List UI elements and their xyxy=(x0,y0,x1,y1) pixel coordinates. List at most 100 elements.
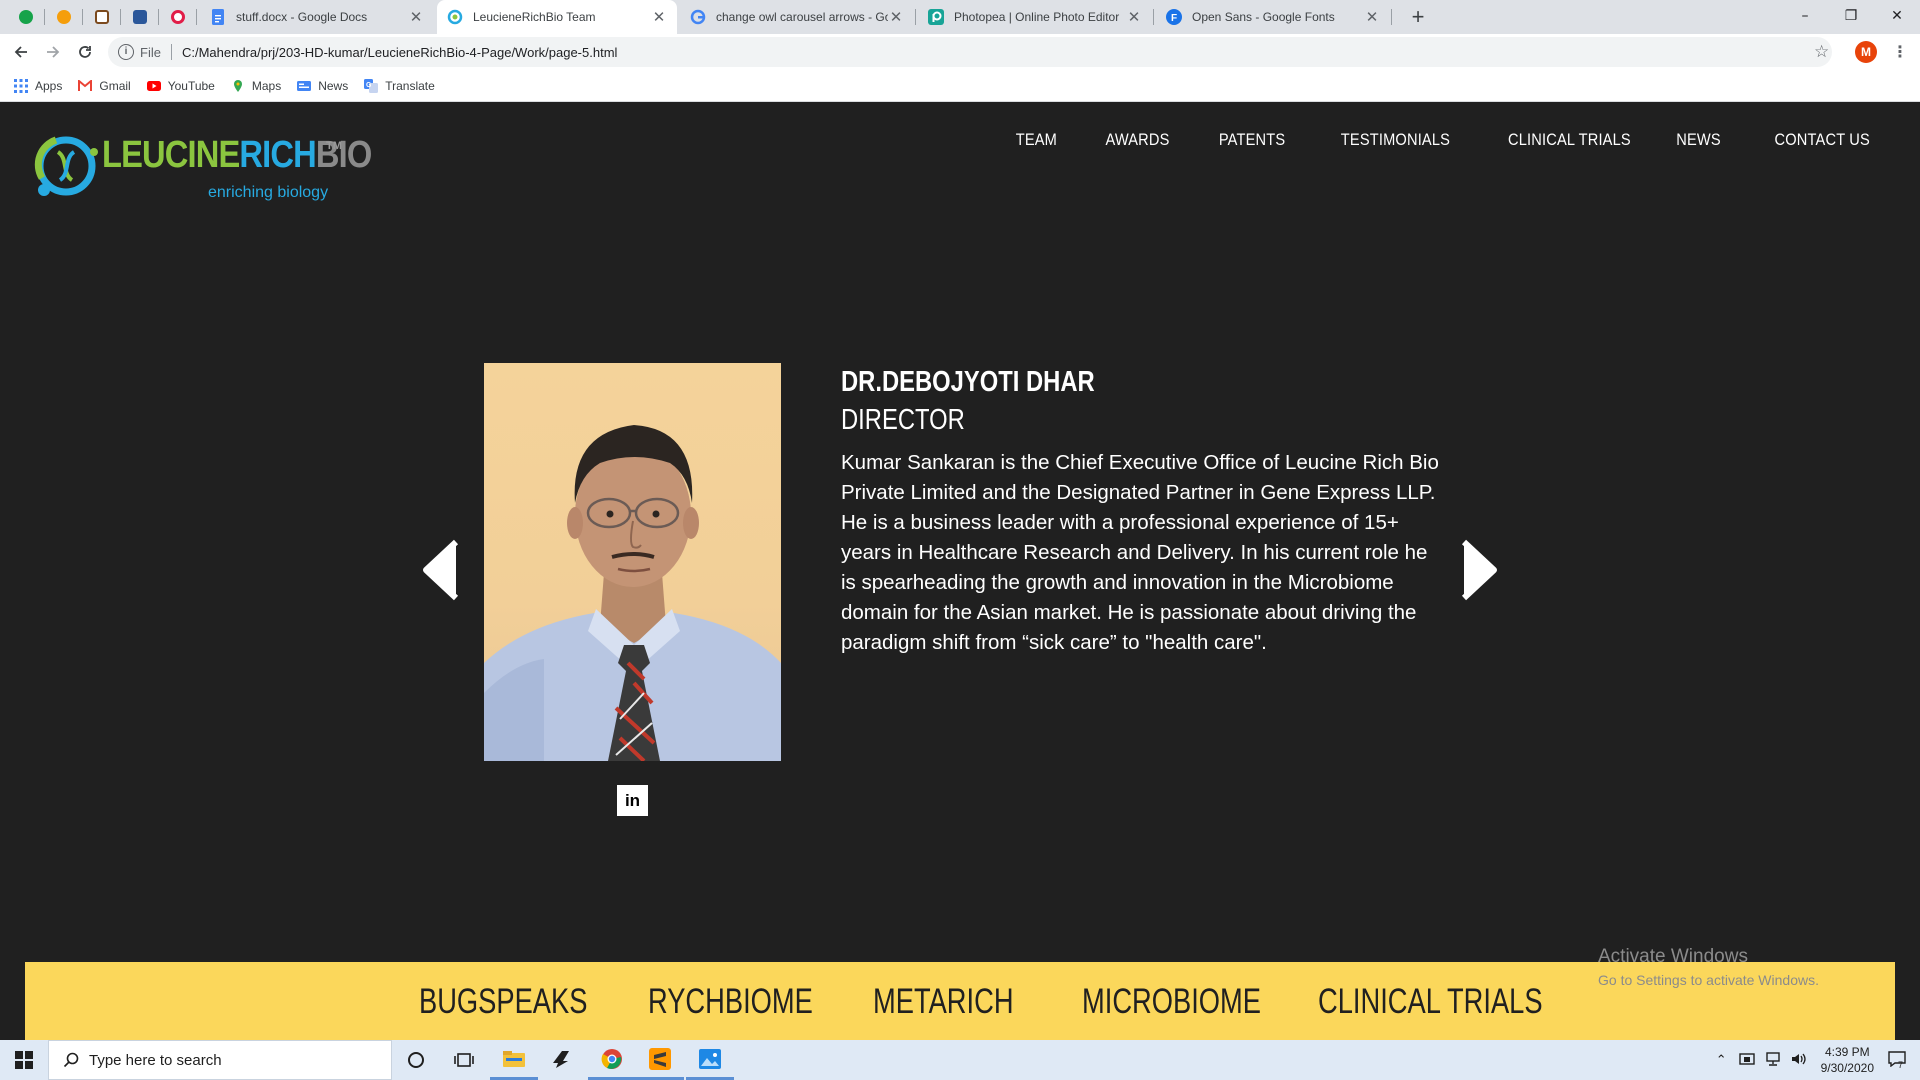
forward-button[interactable] xyxy=(41,40,65,64)
reload-icon xyxy=(79,46,91,58)
carousel-prev-arrow-icon[interactable] xyxy=(418,538,462,602)
info-icon[interactable]: i xyxy=(118,44,134,60)
clock[interactable]: 4:39 PM 9/30/2020 xyxy=(1821,1044,1874,1076)
cortana-icon[interactable] xyxy=(392,1040,440,1080)
member-bio: Kumar Sankaran is the Chief Executive Of… xyxy=(841,451,1439,654)
carousel-next-arrow-icon[interactable] xyxy=(1458,538,1502,602)
close-window-button[interactable]: ✕ xyxy=(1874,0,1920,32)
close-tab-icon[interactable]: ✕ xyxy=(1126,8,1142,26)
logo-word-leucine: LEUCINE xyxy=(102,134,240,176)
reload-button[interactable] xyxy=(73,40,97,64)
tab-title: Photopea | Online Photo Editor xyxy=(954,10,1120,24)
logo-word-rich: RICH xyxy=(239,134,316,176)
chevron-up-icon[interactable]: ⌃ xyxy=(1716,1052,1727,1068)
site-icon xyxy=(447,9,463,25)
security-icon[interactable] xyxy=(1738,1052,1755,1069)
nav-item-news[interactable]: NEWS xyxy=(1677,130,1722,150)
task-view-icon[interactable] xyxy=(440,1040,488,1080)
forward-arrow-icon xyxy=(47,46,60,58)
bookmark-apps[interactable]: Apps xyxy=(14,78,62,93)
tab-separator xyxy=(44,9,45,25)
tab-leuciene-team[interactable]: LeucieneRichBio Team ✕ xyxy=(437,0,677,34)
tab-separator xyxy=(1391,9,1392,25)
portrait-image xyxy=(484,425,781,761)
footer-link-microbiome[interactable]: MICROBIOME xyxy=(1082,982,1261,1022)
nav-item-contact-us[interactable]: CONTACT US xyxy=(1775,130,1870,150)
bookmark-label: YouTube xyxy=(167,78,215,93)
back-arrow-icon xyxy=(14,46,27,58)
tab-photopea[interactable]: Photopea | Online Photo Editor ✕ xyxy=(918,0,1152,34)
browser-toolbar: i File C:/Mahendra/prj/203-HD-kumar/Leuc… xyxy=(0,34,1920,70)
address-divider xyxy=(170,44,172,60)
nav-item-awards[interactable]: AWARDS xyxy=(1106,130,1170,150)
close-tab-icon[interactable]: ✕ xyxy=(888,8,904,26)
windows-logo-icon xyxy=(15,1051,33,1069)
trademark-mark: TM xyxy=(326,140,342,152)
chrome-icon[interactable] xyxy=(588,1040,636,1080)
linkedin-icon[interactable]: in xyxy=(617,785,648,816)
network-icon[interactable] xyxy=(1765,1051,1781,1069)
footer-link-bugspeaks[interactable]: BUGSPEAKS xyxy=(419,982,587,1022)
inkscape-icon[interactable] xyxy=(538,1040,586,1080)
footer-link-metarich[interactable]: METARICH xyxy=(873,982,1014,1022)
member-role: DIRECTOR xyxy=(841,404,965,436)
tab-google-docs[interactable]: stuff.docx - Google Docs ✕ xyxy=(200,0,434,34)
new-tab-button[interactable]: + xyxy=(1404,4,1432,32)
maps-icon xyxy=(231,79,245,93)
start-button[interactable] xyxy=(0,1040,48,1080)
bookmark-translate[interactable]: G Translate xyxy=(364,78,435,93)
svg-text:G: G xyxy=(366,82,372,89)
pinned-tab-1[interactable] xyxy=(16,7,36,27)
svg-text:F: F xyxy=(1171,13,1177,24)
pinned-tab-3[interactable] xyxy=(92,7,112,27)
pinned-tab-4[interactable] xyxy=(130,7,150,27)
tab-separator xyxy=(82,9,83,25)
nav-item-clinical-trials[interactable]: CLINICAL TRIALS xyxy=(1508,130,1631,150)
back-button[interactable] xyxy=(9,40,33,64)
notifications-icon[interactable]: 7 xyxy=(1888,1050,1906,1070)
pinned-tab-2[interactable] xyxy=(54,7,74,27)
tab-google-fonts[interactable]: F Open Sans - Google Fonts ✕ xyxy=(1156,0,1390,34)
bookmark-news[interactable]: News xyxy=(297,79,348,93)
taskbar-search-box[interactable]: Type here to search xyxy=(48,1040,392,1080)
dna-logo-icon xyxy=(34,136,98,196)
minimize-button[interactable]: – xyxy=(1782,0,1828,32)
google-docs-icon xyxy=(210,9,226,25)
bookmark-gmail[interactable]: Gmail xyxy=(78,78,131,93)
footer-link-clinical-trials[interactable]: CLINICAL TRIALS xyxy=(1318,982,1543,1022)
close-tab-icon[interactable]: ✕ xyxy=(1364,8,1380,26)
bookmark-label: Gmail xyxy=(99,78,131,93)
nav-item-patents[interactable]: PATENTS xyxy=(1219,130,1285,150)
sublime-text-icon[interactable] xyxy=(636,1040,684,1080)
translate-icon: G xyxy=(364,78,379,93)
volume-icon[interactable] xyxy=(1791,1052,1807,1069)
file-explorer-icon[interactable] xyxy=(490,1040,538,1080)
photos-icon[interactable] xyxy=(686,1040,734,1080)
windows-taskbar: Type here to search ⌃ 4:39 PM 9/30/2020 … xyxy=(0,1040,1920,1080)
url-text[interactable]: C:/Mahendra/prj/203-HD-kumar/LeucieneRic… xyxy=(182,45,617,60)
notification-count: 7 xyxy=(1898,1059,1904,1070)
activation-watermark-title: Activate Windows xyxy=(1598,946,1748,967)
tab-title: change owl carousel arrows - Go xyxy=(716,10,888,24)
bookmark-maps[interactable]: Maps xyxy=(231,79,281,93)
search-placeholder: Type here to search xyxy=(89,1051,222,1069)
nav-item-team[interactable]: TEAM xyxy=(1016,130,1057,150)
pinned-tab-5[interactable] xyxy=(168,7,188,27)
bookmark-star-icon[interactable]: ☆ xyxy=(1814,42,1829,62)
browser-menu-icon[interactable]: ⋮ xyxy=(1892,40,1908,64)
bookmark-youtube[interactable]: YouTube xyxy=(146,78,215,93)
search-icon xyxy=(63,1052,79,1068)
close-tab-icon[interactable]: ✕ xyxy=(408,8,424,26)
profile-avatar[interactable]: M xyxy=(1855,41,1877,63)
tab-separator xyxy=(1153,9,1154,25)
site-logo[interactable]: LEUCINERICHBIO TM enriching biology xyxy=(30,120,372,210)
tab-separator xyxy=(120,9,121,25)
google-icon xyxy=(690,9,706,25)
close-tab-icon[interactable]: ✕ xyxy=(651,8,667,26)
maximize-button[interactable]: ❐ xyxy=(1828,0,1874,32)
address-bar[interactable]: i File C:/Mahendra/prj/203-HD-kumar/Leuc… xyxy=(108,37,1832,67)
nav-item-testimonials[interactable]: TESTIMONIALS xyxy=(1341,130,1450,150)
tab-google-search[interactable]: change owl carousel arrows - Go ✕ xyxy=(680,0,914,34)
footer-link-rychbiome[interactable]: RYCHBIOME xyxy=(648,982,813,1022)
tab-separator xyxy=(196,9,197,25)
